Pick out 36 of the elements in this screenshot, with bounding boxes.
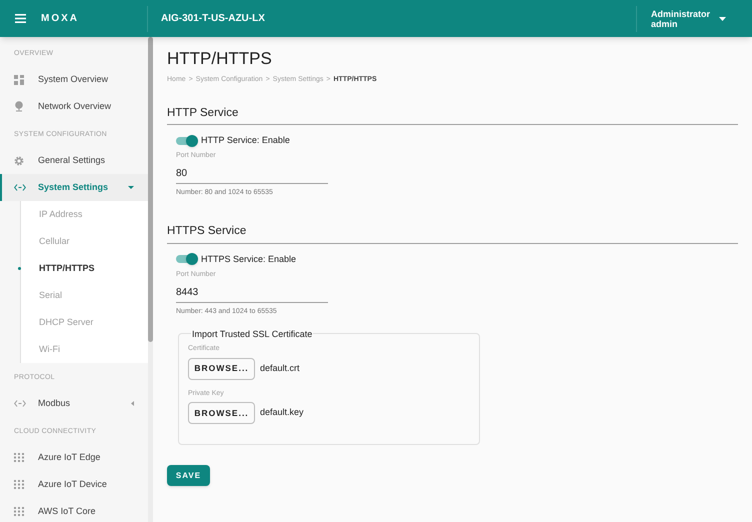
file-name: default.key [260, 406, 304, 420]
toggle-label: HTTPS Service: Enable [201, 252, 296, 266]
section-title: HTTP Service [167, 104, 738, 125]
menu-icon[interactable] [15, 14, 26, 23]
dots-grid-icon [14, 453, 24, 462]
toggle-switch[interactable] [176, 253, 198, 266]
toggle-label: HTTP Service: Enable [201, 134, 290, 147]
browse-button[interactable]: BROWSE... [188, 402, 255, 424]
code-arrows-icon [14, 400, 26, 407]
panel-legend: Import Trusted SSL Certificate [191, 328, 314, 342]
dots-grid-icon [14, 480, 24, 489]
brand-logo: MOXA [41, 12, 79, 26]
sidebar-item[interactable]: System Overview [0, 66, 148, 93]
file-name: default.crt [260, 362, 300, 375]
sidebar-item[interactable]: Modbus [0, 390, 148, 417]
browse-button[interactable]: BROWSE... [188, 358, 255, 380]
bullet-icon [18, 267, 21, 270]
sidebar-item[interactable]: Network Overview [0, 93, 148, 120]
sidebar-item[interactable]: Azure IoT Device [0, 471, 148, 498]
settings-icon [14, 156, 24, 166]
sidebar-item[interactable]: Azure IoT Edge [0, 444, 148, 471]
user-menu[interactable]: Administrator admin [650, 8, 726, 28]
dots-grid-icon [14, 507, 24, 516]
sidebar-scrollbar[interactable] [148, 37, 153, 522]
grid-icon [14, 74, 24, 84]
sidebar-item[interactable]: General Settings [0, 147, 148, 174]
section-title: HTTPS Service [167, 223, 738, 244]
device-name: AIG-301-T-US-AZU-LX [161, 12, 265, 26]
toggle-switch[interactable] [176, 134, 198, 146]
sidebar-item[interactable]: System Settings [0, 174, 148, 201]
code-arrows-icon [14, 184, 26, 191]
submenu-item[interactable]: HTTP/HTTPS [21, 255, 148, 282]
page-title: HTTP/HTTPS [167, 49, 273, 69]
caret-icon [719, 16, 726, 20]
save-button[interactable]: SAVE [167, 465, 210, 486]
sidebar-item[interactable]: AWS IoT Core [0, 498, 148, 522]
